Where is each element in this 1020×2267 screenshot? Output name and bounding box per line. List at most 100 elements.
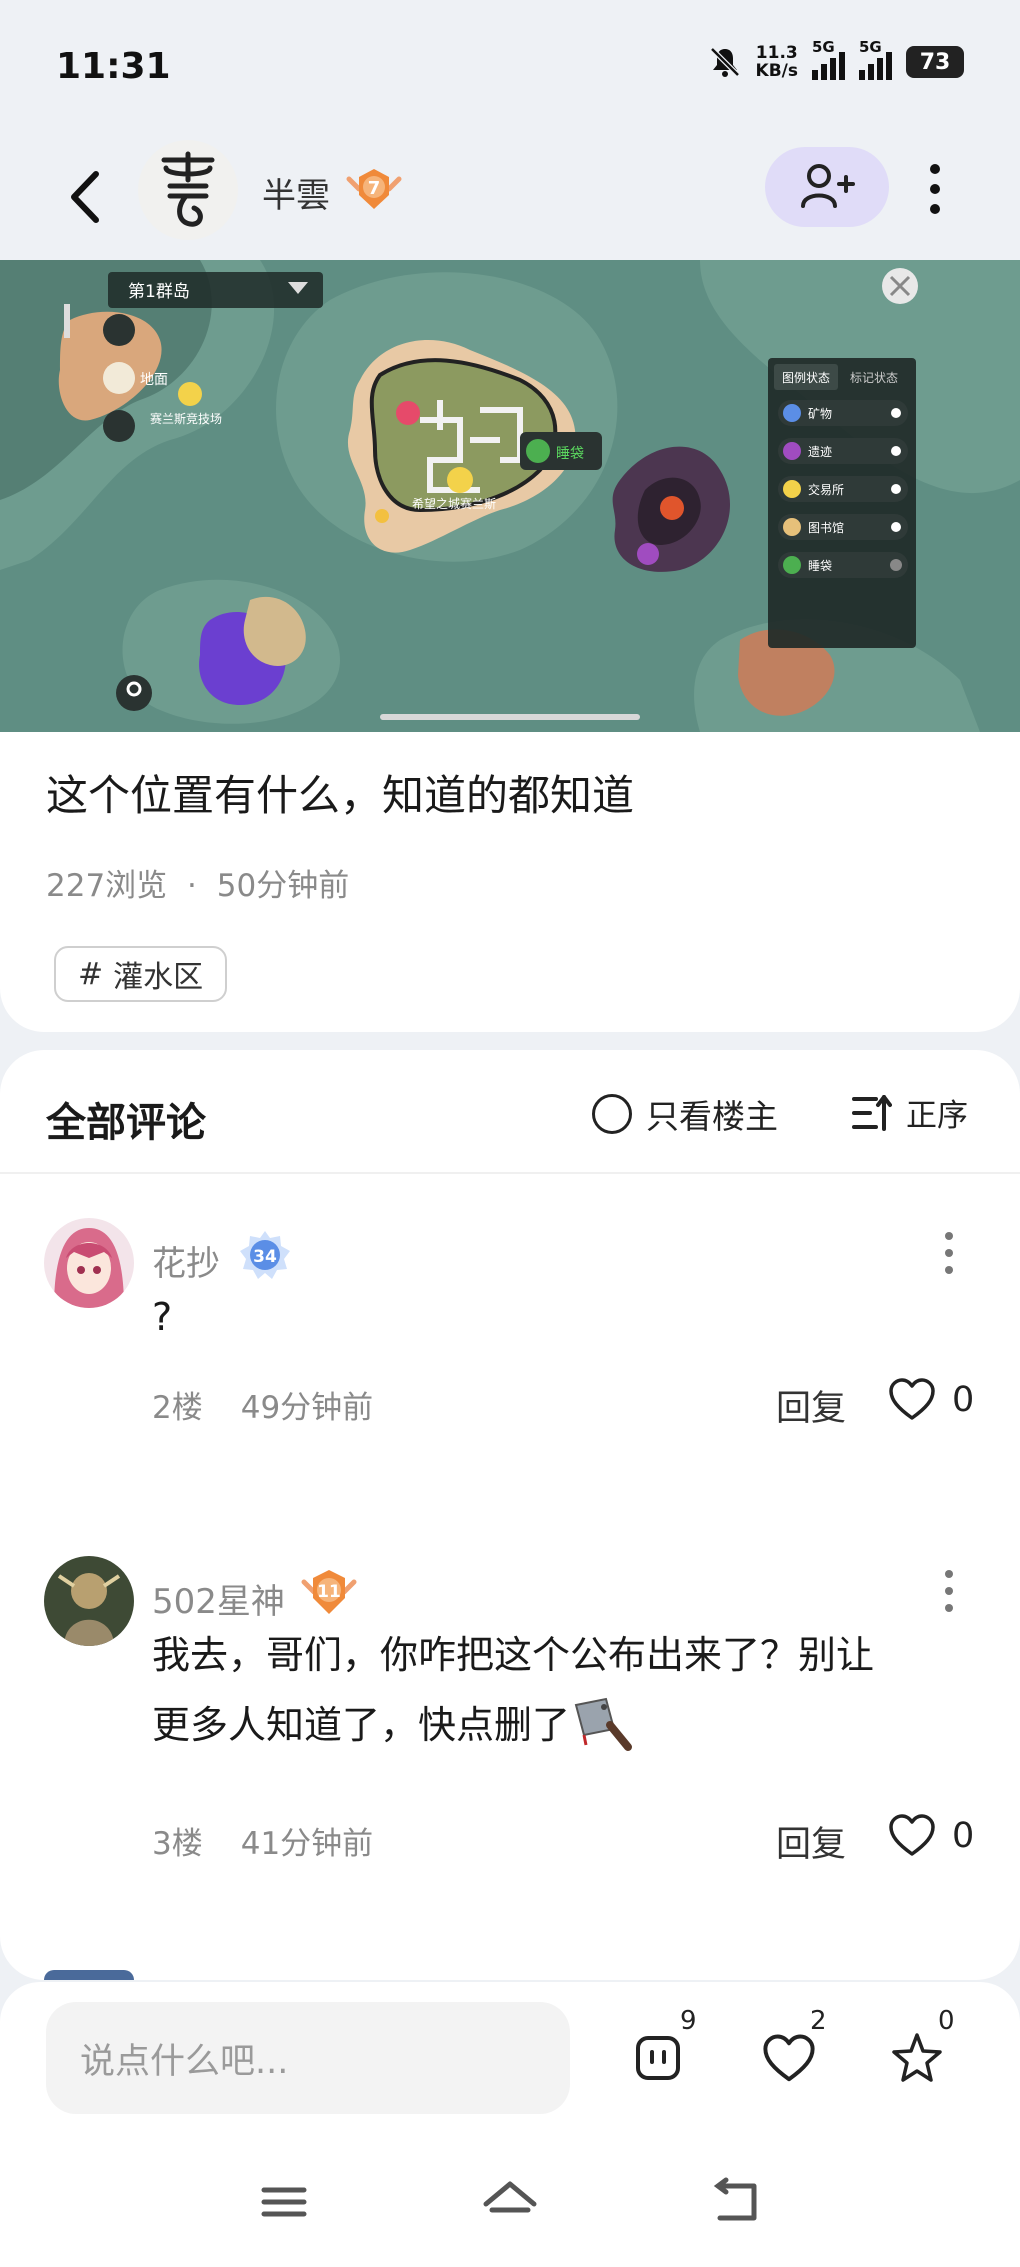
favorite-count: 0 xyxy=(938,2006,955,2036)
map-marker-label: 睡袋 xyxy=(556,446,584,462)
status-bar: 11:31 11.3 KB/s 5G 5G 73 xyxy=(0,0,1020,135)
post-time: 50分钟前 xyxy=(216,868,350,904)
map-label-arena: 赛兰斯竞技场 xyxy=(150,411,222,426)
comment-item: 花抄 34 ? 2楼 49分钟前 回复 0 xyxy=(0,1218,1020,1508)
avatar-anime-girl xyxy=(44,1218,134,1308)
legend-item-3[interactable]: 图书馆 xyxy=(778,514,908,540)
user-level-badge: 11 xyxy=(301,1570,357,1614)
comment-text: 我去，哥们，你咋把这个公布出来了？别让 更多人知道了，快点删了 xyxy=(152,1620,982,1760)
comment-more-icon[interactable] xyxy=(940,1566,958,1616)
avatar-figure xyxy=(44,1556,134,1646)
post-meta: 227浏览 · 50分钟前 xyxy=(46,860,349,905)
status-icons: 11.3 KB/s 5G 5G 73 xyxy=(708,38,964,80)
comment-time: 41分钟前 xyxy=(240,1826,374,1862)
net-speed: 11.3 KB/s xyxy=(756,44,798,80)
comments-header: 全部评论 只看楼主 正序 xyxy=(0,1050,1020,1174)
comment-text-line2: 更多人知道了，快点删了 xyxy=(152,1703,571,1747)
comment-floor: 2楼 xyxy=(152,1390,203,1426)
comment-meta: 2楼 49分钟前 xyxy=(152,1382,373,1427)
user-level: 34 xyxy=(253,1247,277,1267)
post-tag[interactable]: # 灌水区 xyxy=(54,946,228,1002)
sim1-label: 5G xyxy=(812,38,835,56)
legend-label-2: 交易所 xyxy=(808,482,844,497)
reply-button[interactable]: 回复 xyxy=(776,1380,846,1431)
like-count: 2 xyxy=(810,2006,827,2036)
author-level: 7 xyxy=(368,178,381,199)
comment-like-button[interactable]: 0 xyxy=(888,1378,974,1422)
comment-time: 49分钟前 xyxy=(240,1390,374,1426)
author-avatar[interactable] xyxy=(138,140,238,240)
map-label-city: 希望之城赛兰斯 xyxy=(412,496,496,511)
comment-icon xyxy=(636,2036,680,2080)
system-nav-bar xyxy=(0,2172,1020,2262)
post-image[interactable]: 第1群岛 地面 赛兰斯竞技场 希望之城赛兰斯 睡袋 图例状态 标记状态 矿物 遗… xyxy=(0,260,1020,732)
commenter-name[interactable]: 502星神 xyxy=(152,1574,285,1623)
reply-button[interactable]: 回复 xyxy=(776,1816,846,1867)
radio-circle-icon xyxy=(592,1094,632,1134)
comment-floor: 3楼 xyxy=(152,1826,203,1862)
map-region-selector[interactable]: 第1群岛 xyxy=(128,282,190,302)
menu-icon[interactable] xyxy=(254,2172,314,2232)
author-avatar-glyph xyxy=(161,151,215,227)
post-title: 这个位置有什么，知道的都知道 xyxy=(46,771,635,820)
signal-sim2-icon: 5G xyxy=(859,38,892,80)
back-nav-icon[interactable] xyxy=(706,2172,766,2232)
favorite-button[interactable]: 0 xyxy=(888,2006,968,2100)
sort-label: 正序 xyxy=(906,1098,968,1134)
legend-label-3: 图书馆 xyxy=(808,520,844,535)
comment-input[interactable]: 说点什么吧... xyxy=(46,2002,570,2114)
comment-more-icon[interactable] xyxy=(940,1228,958,1278)
sim2-label: 5G xyxy=(859,38,882,56)
commenter-avatar[interactable] xyxy=(44,1556,134,1646)
sort-button[interactable]: 正序 xyxy=(852,1090,968,1135)
legend-item-2[interactable]: 交易所 xyxy=(778,476,908,502)
legend-label-1: 遗迹 xyxy=(808,445,832,459)
author-name[interactable]: 半雲 xyxy=(262,168,330,217)
home-icon[interactable] xyxy=(480,2172,540,2232)
tag-label: 灌水区 xyxy=(113,960,204,995)
comments-section: 全部评论 只看楼主 正序 花抄 34 ? 2楼 49分钟前 回复 0 502星神… xyxy=(0,1050,1020,1980)
legend-item-4[interactable]: 睡袋 xyxy=(778,552,908,578)
comment-like-button[interactable]: 0 xyxy=(888,1814,974,1858)
map-label-ground: 地面 xyxy=(140,372,168,388)
more-vertical-icon[interactable] xyxy=(920,159,950,219)
game-map: 第1群岛 地面 赛兰斯竞技场 希望之城赛兰斯 睡袋 图例状态 标记状态 矿物 遗… xyxy=(0,260,1020,732)
cleaver-icon xyxy=(574,1697,633,1751)
comment-text-line2-row: 更多人知道了，快点删了 xyxy=(152,1690,982,1760)
user-level: 11 xyxy=(317,1582,341,1602)
comment-count: 9 xyxy=(680,2006,697,2036)
like-count: 0 xyxy=(952,1816,975,1856)
post-card: 这个位置有什么，知道的都知道 227浏览 · 50分钟前 # 灌水区 xyxy=(0,732,1020,1032)
only-owner-toggle[interactable]: 只看楼主 xyxy=(592,1090,778,1138)
heart-icon xyxy=(889,1814,935,1856)
comment-button[interactable]: 9 xyxy=(630,2006,710,2100)
image-indicator xyxy=(380,714,640,720)
back-icon[interactable] xyxy=(62,162,108,232)
meta-separator: · xyxy=(187,868,197,904)
legend-tab-marks[interactable]: 标记状态 xyxy=(850,371,898,385)
next-commenter-avatar xyxy=(44,1970,134,1980)
net-speed-unit: KB/s xyxy=(755,61,798,81)
sort-icon xyxy=(852,1094,892,1131)
legend-item-0[interactable]: 矿物 xyxy=(778,400,908,426)
like-post-button[interactable]: 2 xyxy=(760,2006,840,2100)
comment-text-line1: 我去，哥们，你咋把这个公布出来了？别让 xyxy=(152,1633,875,1677)
commenter-name[interactable]: 花抄 xyxy=(152,1236,220,1285)
legend-label-0: 矿物 xyxy=(808,407,832,421)
follow-button[interactable] xyxy=(765,147,889,227)
heart-icon xyxy=(763,2034,815,2082)
net-speed-value: 11.3 xyxy=(755,43,798,63)
post-views: 227浏览 xyxy=(46,868,168,904)
signal-sim1-icon: 5G xyxy=(812,38,845,80)
comment-meta: 3楼 41分钟前 xyxy=(152,1818,373,1863)
add-friend-icon xyxy=(801,164,855,208)
comment-item: 502星神 11 我去，哥们，你咋把这个公布出来了？别让 更多人知道了，快点删了 xyxy=(0,1556,1020,1886)
legend-tab-status[interactable]: 图例状态 xyxy=(782,371,830,385)
battery-icon: 73 xyxy=(906,46,964,78)
hash-icon: # xyxy=(78,956,104,992)
legend-item-1[interactable]: 遗迹 xyxy=(778,438,908,464)
mute-bell-icon xyxy=(709,47,740,77)
commenter-avatar[interactable] xyxy=(44,1218,134,1308)
comments-title: 全部评论 xyxy=(46,1100,206,1146)
user-level-badge: 34 xyxy=(240,1231,290,1279)
